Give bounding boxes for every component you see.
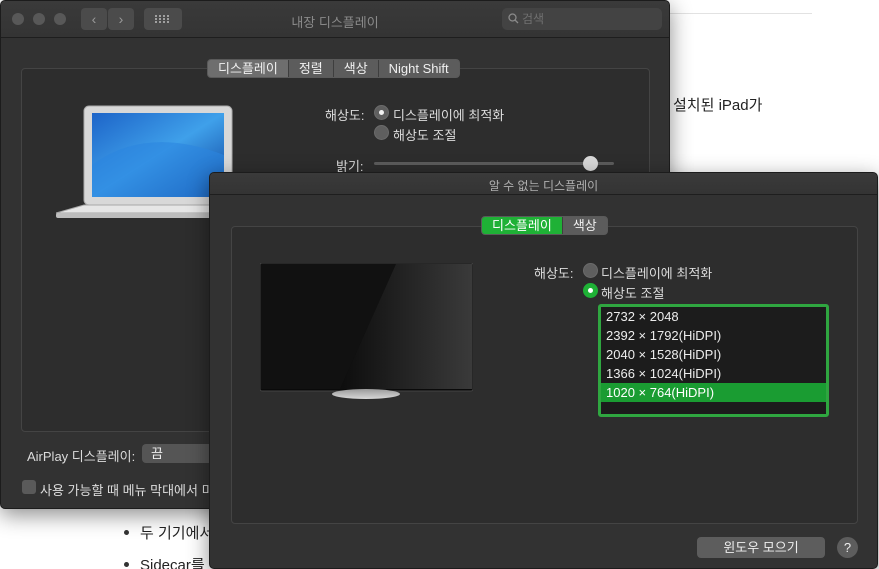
window-titlebar: 알 수 없는 디스플레이	[210, 173, 877, 195]
bullet-dot	[124, 561, 129, 567]
resolution-scaled-radio[interactable]	[583, 283, 598, 298]
search-field[interactable]: 검색	[502, 8, 662, 30]
tab-color[interactable]: 색상	[332, 60, 378, 77]
resolution-scaled-radio[interactable]	[374, 125, 389, 140]
bullet-text: 두 기기에서	[140, 525, 214, 542]
resolution-label: 해상도:	[325, 108, 365, 123]
resolution-optimized-label: 디스플레이에 최적화	[601, 266, 713, 281]
help-button[interactable]: ?	[837, 537, 858, 558]
brightness-slider[interactable]	[374, 162, 614, 165]
resolution-optimized-radio[interactable]	[583, 263, 598, 278]
bullet-dot	[124, 529, 129, 535]
tab-color[interactable]: 색상	[561, 217, 607, 234]
menu-bar-mirroring-checkbox[interactable]	[22, 480, 36, 494]
tab-bar: 디스플레이 정렬 색상 Night Shift	[207, 59, 460, 78]
menu-bar-mirroring-label: 사용 가능할 때 메뉴 막대에서 미러	[40, 483, 226, 498]
resolution-label: 해상도:	[534, 266, 574, 281]
tab-bar: 디스플레이 색상	[481, 216, 608, 235]
page-text-ipad: 설치된 iPad가	[673, 97, 763, 114]
resolution-optimized-radio[interactable]	[374, 105, 389, 120]
resolution-scaled-label: 해상도 조절	[601, 286, 665, 301]
gather-windows-button[interactable]: 윈도우 모으기	[697, 537, 825, 558]
tab-arrangement[interactable]: 정렬	[287, 60, 333, 77]
monitor-icon	[260, 263, 473, 399]
airplay-label: AirPlay 디스플레이:	[27, 449, 136, 464]
tab-display[interactable]: 디스플레이	[208, 60, 288, 77]
resolution-row[interactable]: 1366 × 1024(HiDPI)	[601, 364, 826, 383]
resolution-optimized-label: 디스플레이에 최적화	[393, 108, 505, 123]
window-title: 알 수 없는 디스플레이	[488, 179, 599, 193]
resolution-scaled-label: 해상도 조절	[393, 128, 457, 143]
search-icon	[508, 13, 519, 24]
resolution-list[interactable]: 2732 × 2048 2392 × 1792(HiDPI) 2040 × 15…	[598, 304, 829, 417]
page-bullet-1: 두 기기에서	[124, 522, 213, 543]
tab-display[interactable]: 디스플레이	[482, 217, 562, 234]
search-placeholder: 검색	[522, 12, 545, 26]
resolution-row-selected[interactable]: 1020 × 764(HiDPI)	[601, 383, 826, 402]
tab-night-shift[interactable]: Night Shift	[377, 60, 459, 77]
page-bullet-2: Sidecar를	[124, 554, 205, 569]
resolution-row[interactable]: 2040 × 1528(HiDPI)	[601, 345, 826, 364]
resolution-row[interactable]: 2732 × 2048	[601, 307, 826, 326]
resolution-row[interactable]: 2392 × 1792(HiDPI)	[601, 326, 826, 345]
page-divider	[670, 13, 812, 14]
bullet-text: Sidecar를	[140, 557, 205, 569]
window-titlebar: ‹ › 내장 디스플레이 검색	[1, 1, 669, 38]
